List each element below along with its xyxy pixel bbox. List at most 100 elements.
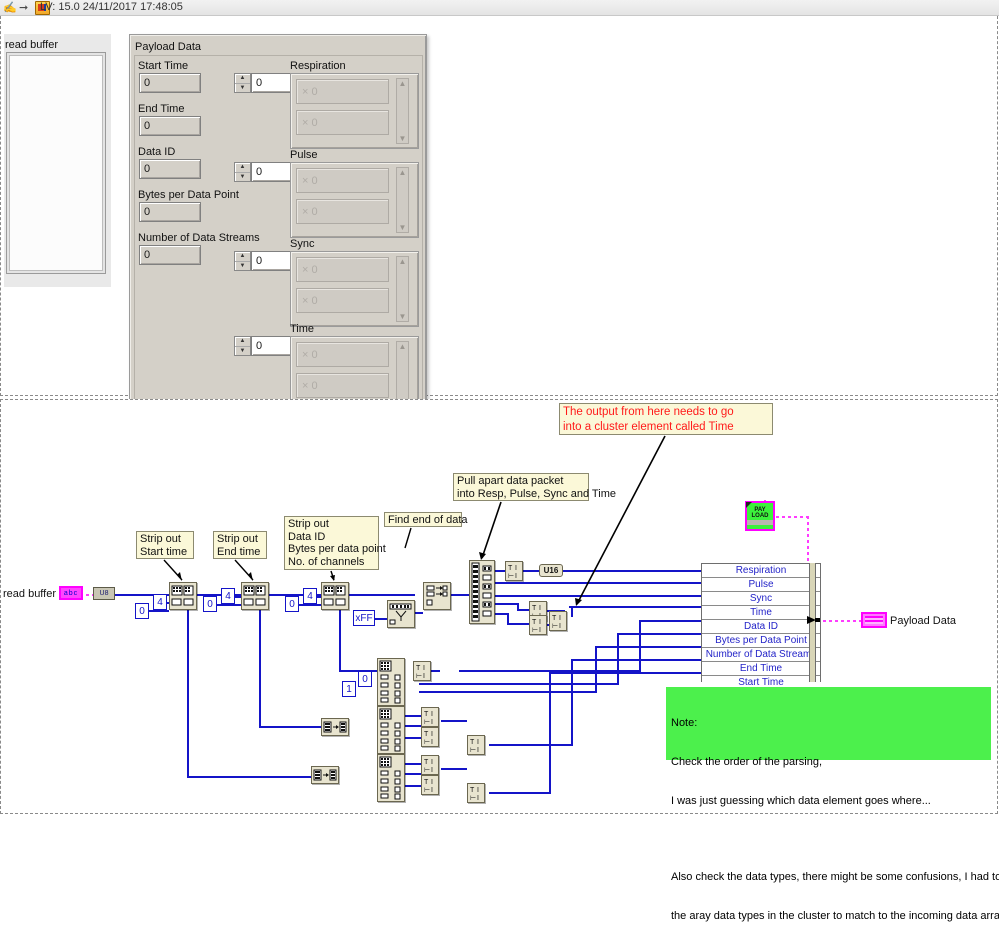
bundle-field-respiration[interactable]: Respiration (702, 564, 820, 578)
pulse-index-down-icon[interactable]: ▼ (235, 173, 250, 182)
pulse-element-1[interactable]: × 0 (296, 199, 389, 224)
time-scrollbar[interactable]: ▲▼ (396, 341, 409, 407)
array-to-cluster-node-3[interactable] (311, 766, 339, 784)
constant-four-1[interactable]: 4 (153, 594, 167, 610)
type-cast-node-1[interactable]: T I ⊢ I (505, 561, 523, 581)
sync-element-1[interactable]: × 0 (296, 288, 389, 313)
wire-low3-right (489, 792, 551, 794)
respiration-index-value[interactable]: 0 (251, 73, 295, 93)
pulse-index-stepper[interactable]: ▲ ▼ (234, 162, 251, 182)
index-array-node-1[interactable] (377, 658, 405, 706)
read-buffer-input[interactable] (6, 52, 106, 274)
constant-four-2[interactable]: 4 (221, 588, 235, 604)
bundle-field-number-of-data-streams[interactable]: Number of Data Streams (702, 648, 820, 662)
sync-index-down-icon[interactable]: ▼ (235, 262, 250, 271)
type-cast-node-low3c[interactable]: TI ⊢ I (467, 783, 485, 803)
string-subset-node-3[interactable] (321, 582, 349, 610)
time-index-up-icon[interactable]: ▲ (235, 337, 250, 347)
constant-zero-low1[interactable]: 0 (358, 671, 372, 687)
bundle-field-end-time[interactable]: End Time (702, 662, 820, 676)
svg-text:I: I (559, 615, 561, 622)
data-id-value[interactable]: 0 (139, 159, 201, 179)
comment-strip-data-id[interactable]: Strip out Data ID Bytes per data point N… (284, 516, 386, 570)
wire-subset3-to-arraysubset (349, 594, 415, 596)
type-cast-node-3[interactable]: TI ⊢ I (529, 615, 547, 635)
time-element-1[interactable]: × 0 (296, 373, 389, 398)
array-to-cluster-glyph-2 (323, 721, 347, 733)
sync-array[interactable]: × 0 × 0 ▲ ▼ (290, 251, 419, 327)
time-index-value[interactable]: 0 (251, 336, 295, 356)
bundle-by-name-node[interactable]: Respiration Pulse Sync Time Data ID Byte… (701, 563, 821, 689)
pulse-element-0[interactable]: × 0 (296, 168, 389, 193)
note-green[interactable]: Note: Check the order of the parsing, I … (666, 687, 999, 922)
svg-text:I: I (477, 747, 479, 754)
index-array-node-2[interactable] (377, 706, 405, 754)
constant-zero-3[interactable]: 0 (285, 596, 299, 612)
time-element-0[interactable]: × 0 (296, 342, 389, 367)
comment-strip-start-time[interactable]: Strip out Start time (136, 531, 194, 559)
pulse-index-up-icon[interactable]: ▲ (235, 163, 250, 173)
bundle-field-time[interactable]: Time (702, 606, 820, 620)
array-to-cluster-node-2[interactable] (321, 718, 349, 736)
sync-index-value[interactable]: 0 (251, 251, 295, 271)
payload-data-terminal[interactable] (861, 612, 887, 628)
respiration-element-1[interactable]: × 0 (296, 110, 389, 135)
respiration-scrollbar[interactable]: ▲ ▼ (396, 78, 409, 144)
bundle-field-sync[interactable]: Sync (702, 592, 820, 606)
sync-scrollbar[interactable]: ▲ ▼ (396, 256, 409, 322)
pulse-index-value[interactable]: 0 (251, 162, 295, 182)
comment-strip-end-time[interactable]: Strip out End time (213, 531, 267, 559)
end-time-value[interactable]: 0 (139, 116, 201, 136)
constant-four-3[interactable]: 4 (303, 588, 317, 604)
type-cast-node-low1[interactable]: TI ⊢ I (413, 661, 431, 681)
bundle-field-data-id[interactable]: Data ID (702, 620, 820, 634)
comment-output-time[interactable]: The output from here needs to go into a … (559, 403, 773, 435)
constant-one-low1[interactable]: 1 (342, 681, 356, 697)
sync-index-up-icon[interactable]: ▲ (235, 252, 250, 262)
index-array-node-3[interactable] (377, 754, 405, 802)
hand-icon[interactable]: ✍ (3, 2, 17, 14)
respiration-index-up-icon[interactable]: ▲ (235, 74, 250, 84)
type-cast-node-low3b[interactable]: TI ⊢ I (421, 775, 439, 795)
array-subset-node[interactable] (423, 582, 451, 610)
u8-conversion-node[interactable]: U8 (93, 587, 115, 600)
string-subset-node-2[interactable] (241, 582, 269, 610)
u16-conversion-node[interactable]: U16 (539, 564, 563, 577)
bytes-per-data-point-value[interactable]: 0 (139, 202, 201, 222)
string-subset-node-1[interactable] (169, 582, 197, 610)
number-of-data-streams-value[interactable]: 0 (139, 245, 201, 265)
type-cast-node-low3a[interactable]: TI ⊢ I (421, 755, 439, 775)
constant-zero-2[interactable]: 0 (203, 596, 217, 612)
type-cast-node-low2b[interactable]: TI ⊢ I (421, 727, 439, 747)
time-index-down-icon[interactable]: ▼ (235, 347, 250, 356)
type-cast-glyph-3: TI ⊢ I (532, 619, 541, 634)
constant-hex-ff[interactable]: xFF (353, 610, 375, 626)
type-cast-node-low2a[interactable]: TI ⊢ I (421, 707, 439, 727)
respiration-element-0[interactable]: × 0 (296, 79, 389, 104)
wire-dec-1-bundle1 (493, 582, 701, 584)
bundle-field-bytes-per-data-point[interactable]: Bytes per Data Point (702, 634, 820, 648)
arrow-icon[interactable]: ➞ (19, 2, 31, 14)
comment-find-end-of-data[interactable]: Find end of data (384, 512, 468, 527)
start-time-value[interactable]: 0 (139, 73, 201, 93)
type-cast-node-4[interactable]: TI ⊢ I (549, 611, 567, 631)
pulse-array[interactable]: × 0 × 0 ▲ ▼ (290, 162, 419, 238)
respiration-array[interactable]: × 0 × 0 ▲ ▼ (290, 73, 419, 149)
decimate-array-node[interactable] (469, 560, 495, 624)
sync-index-stepper[interactable]: ▲ ▼ (234, 251, 251, 271)
sync-element-0[interactable]: × 0 (296, 257, 389, 282)
type-cast-node-low2c[interactable]: TI ⊢ I (467, 735, 485, 755)
read-buffer-terminal[interactable]: abc (59, 586, 83, 600)
svg-text:I: I (559, 623, 561, 630)
wire-bundle-out-pink (817, 620, 865, 622)
respiration-index-down-icon[interactable]: ▼ (235, 84, 250, 93)
pulse-scrollbar[interactable]: ▲ ▼ (396, 167, 409, 233)
time-index-stepper[interactable]: ▲ ▼ (234, 336, 251, 356)
respiration-index-stepper[interactable]: ▲ ▼ (234, 73, 251, 93)
bundle-field-pulse[interactable]: Pulse (702, 578, 820, 592)
search-array-node[interactable] (387, 600, 415, 628)
payload-subvi-icon[interactable]: PAY LOAD (745, 501, 775, 531)
comment-pull-apart[interactable]: Pull apart data packet into Resp, Pulse,… (453, 473, 616, 501)
constant-zero-1[interactable]: 0 (135, 603, 149, 619)
end-time-label: End Time (138, 103, 185, 115)
